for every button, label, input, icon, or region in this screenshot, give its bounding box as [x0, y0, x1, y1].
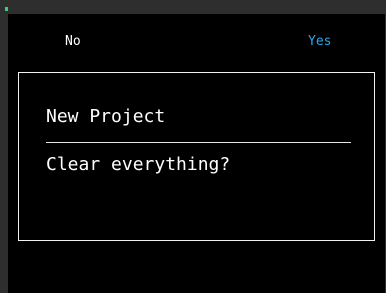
yes-button[interactable]: Yes: [308, 34, 331, 50]
status-indicator: [5, 7, 8, 11]
dialog-message: Clear everything?: [46, 154, 231, 175]
no-button[interactable]: No: [65, 34, 81, 50]
dialog-divider: [46, 142, 351, 143]
confirm-dialog: New Project Clear everything?: [18, 72, 375, 241]
device-screen: No Yes New Project Clear everything?: [8, 14, 385, 293]
dialog-title: New Project: [46, 106, 166, 127]
